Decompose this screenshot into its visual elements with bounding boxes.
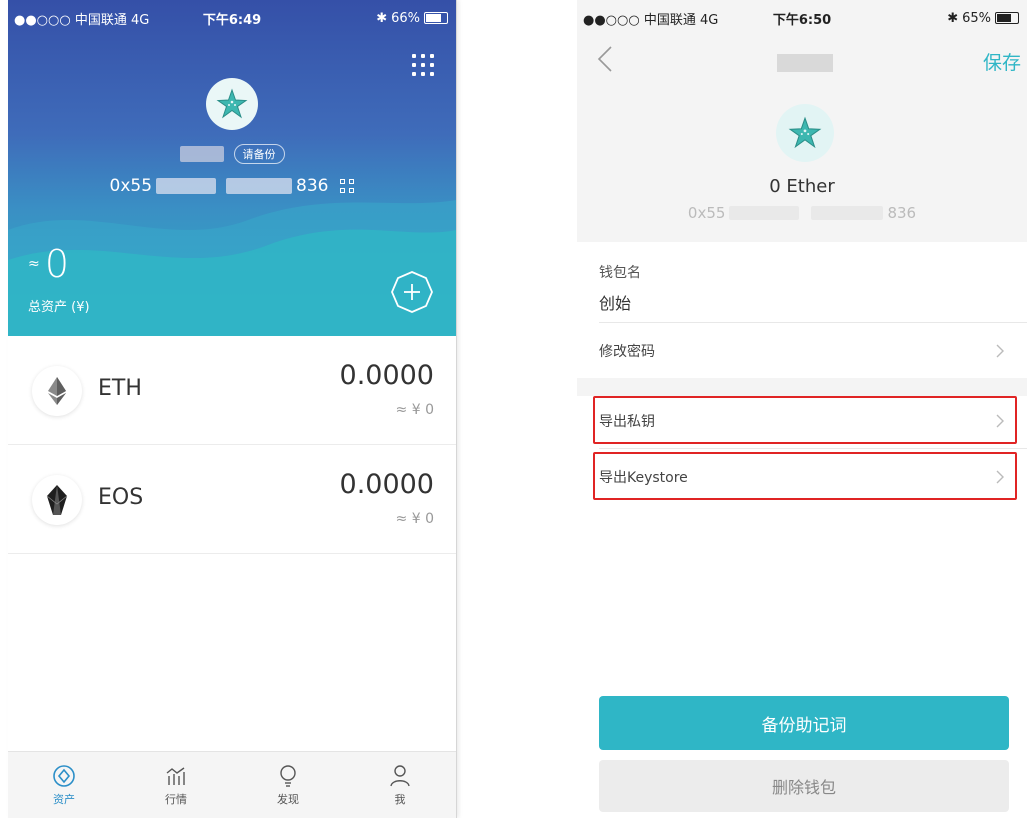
wallet-hero: ●●○○○ 中国联通 4G 下午6:49 ✱ 66% 请备份 0x55 836 …: [8, 0, 456, 336]
address-suffix: 836: [887, 204, 917, 222]
address-prefix: 0x55: [109, 176, 153, 196]
starfish-icon: [216, 88, 248, 119]
battery-percent: 66%: [391, 10, 420, 26]
assets-icon: [53, 764, 75, 787]
wallet-name-redacted: [179, 146, 224, 162]
menu-grid-icon[interactable]: [412, 54, 434, 76]
tab-label: 发现: [277, 792, 299, 806]
asset-cny-value: ≈ ¥ 0: [395, 402, 434, 418]
highlight-box-keystore: [593, 452, 1017, 500]
add-asset-button[interactable]: [390, 270, 434, 314]
market-icon: [166, 766, 185, 785]
wallet-name-field[interactable]: 创始: [599, 290, 631, 314]
backup-mnemonic-button[interactable]: 备份助记词: [599, 696, 1009, 750]
wallet-manage-screen: ●●○○○ 中国联通 4G 下午6:50 ✱ 65% 保存 0 Ether 0x…: [577, 0, 1027, 818]
wallet-header: ●●○○○ 中国联通 4G 下午6:50 ✱ 65% 保存 0 Ether 0x…: [577, 0, 1027, 242]
asset-amount: 0.0000: [339, 360, 434, 391]
chevron-right-icon: [996, 344, 1004, 358]
change-password-row[interactable]: 修改密码: [599, 326, 1027, 376]
wallet-home-screen: ●●○○○ 中国联通 4G 下午6:49 ✱ 66% 请备份 0x55 836 …: [8, 0, 457, 818]
asset-cny-value: ≈ ¥ 0: [395, 511, 434, 527]
status-right: ✱ 65%: [947, 11, 1019, 26]
ethereum-icon: [32, 366, 82, 416]
bluetooth-icon: ✱: [947, 10, 959, 26]
discover-icon: [280, 764, 296, 787]
address-redacted: [729, 206, 800, 220]
delete-wallet-button[interactable]: 删除钱包: [599, 760, 1009, 812]
wallet-avatar: [776, 104, 834, 162]
approx-symbol: ≈: [28, 256, 40, 272]
wallet-name-row: 请备份: [8, 144, 456, 164]
battery-icon: [424, 12, 448, 24]
backup-badge[interactable]: 请备份: [233, 144, 285, 164]
address-redacted: [156, 178, 217, 194]
wallet-address[interactable]: 0x55 836: [8, 176, 456, 196]
asset-row-eth[interactable]: ETH 0.0000 ≈ ¥ 0: [8, 336, 456, 445]
asset-symbol: EOS: [98, 485, 144, 510]
back-chevron-icon[interactable]: [593, 44, 617, 74]
title-redacted: [777, 54, 833, 72]
profile-icon: [390, 764, 410, 786]
wallet-balance: 0 Ether: [769, 176, 835, 197]
eos-icon: [32, 475, 82, 525]
qr-code-icon[interactable]: [340, 179, 355, 193]
tab-label: 资产: [53, 792, 75, 806]
tab-market[interactable]: 行情: [120, 752, 232, 818]
asset-row-eos[interactable]: EOS 0.0000 ≈ ¥ 0: [8, 445, 456, 554]
status-bar: ●●○○○ 中国联通 4G 下午6:49 ✱ 66%: [8, 0, 456, 36]
tab-label: 行情: [165, 792, 187, 806]
menu-label: 修改密码: [599, 344, 655, 360]
status-right: ✱ 66%: [376, 11, 448, 26]
divider: [599, 448, 1027, 449]
total-assets-value: ≈ 0: [28, 242, 69, 286]
total-value: 0: [44, 242, 70, 286]
wallet-avatar: [206, 78, 258, 130]
tab-profile[interactable]: 我: [344, 752, 456, 818]
battery-icon: [995, 12, 1019, 24]
address-redacted: [811, 206, 884, 220]
wallet-name-label: 钱包名: [599, 265, 641, 281]
tab-label: 我: [394, 792, 406, 806]
highlight-box-private-key: [593, 396, 1017, 444]
bottom-tab-bar: 资产 行情 发现 我: [8, 751, 456, 818]
section-gap: [577, 378, 1027, 396]
total-assets-label: 总资产 (¥): [28, 300, 90, 315]
divider: [599, 322, 1027, 323]
starfish-icon: [788, 116, 822, 149]
address-suffix: 836: [296, 176, 329, 196]
address-redacted: [226, 178, 293, 194]
asset-symbol: ETH: [98, 376, 142, 401]
wallet-address: 0x55 836: [577, 204, 1027, 222]
status-bar: ●●○○○ 中国联通 4G 下午6:50 ✱ 65%: [577, 0, 1027, 36]
address-prefix: 0x55: [687, 204, 726, 222]
tab-assets[interactable]: 资产: [8, 752, 120, 818]
battery-percent: 65%: [962, 10, 991, 26]
asset-amount: 0.0000: [339, 469, 434, 500]
bluetooth-icon: ✱: [376, 10, 388, 26]
save-button[interactable]: 保存: [983, 48, 1021, 75]
tab-discover[interactable]: 发现: [232, 752, 344, 818]
